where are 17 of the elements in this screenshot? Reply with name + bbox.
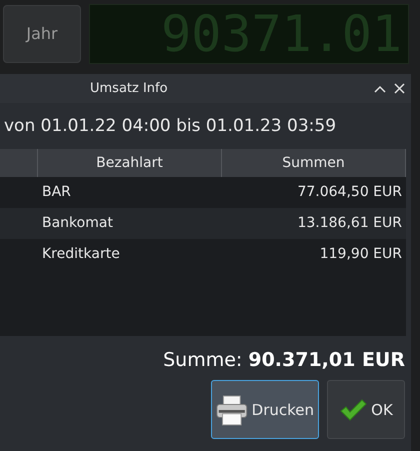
table-cell-text: 77.064,50 EUR <box>296 183 402 202</box>
table-row[interactable]: Bankomat 13.186,61 EUR <box>0 208 406 240</box>
table-cell-text: 13.186,61 EUR <box>296 214 402 234</box>
collapse-icon[interactable] <box>374 84 386 93</box>
printer-icon <box>216 392 248 427</box>
period-text: von 01.01.22 04:00 bis 01.01.23 03:59 <box>3 114 338 138</box>
print-button[interactable]: Drucken <box>211 380 319 440</box>
year-button[interactable]: Jahr <box>3 5 81 63</box>
table-cell-text: Bankomat <box>41 214 114 234</box>
table-cell-text: BAR <box>41 183 72 202</box>
ok-button[interactable]: OK <box>327 380 405 440</box>
total-text: Summe: 90.371,01 EUR <box>163 348 405 374</box>
checkmark-icon <box>339 398 368 422</box>
table-cell-text: 119,90 EUR <box>318 245 402 264</box>
close-icon[interactable] <box>394 83 405 94</box>
window-title: Umsatz Info <box>90 80 168 98</box>
table-cell-text: Kreditkarte <box>41 245 121 264</box>
